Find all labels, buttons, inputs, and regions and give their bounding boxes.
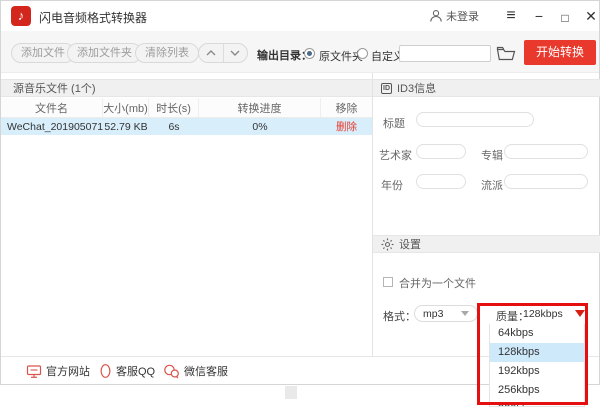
column-size: 大小(mb) [103,98,149,117]
menu-icon[interactable]: ≡ [501,7,521,25]
table-row[interactable]: WeChat_201905071015... 52.79 KB 6s 0% 删除 [1,118,372,135]
settings-header-label: 设置 [399,239,421,251]
id3-album-label: 专辑 [481,150,503,162]
titlebar: ♪ 闪电音频格式转换器 未登录 ≡ − □ ✕ [1,1,599,31]
radio-custom[interactable] [357,48,368,59]
browse-folder-button[interactable] [496,45,516,62]
quality-value: 128kbps [523,307,563,320]
id3-genre-input[interactable] [504,174,588,189]
quality-option-192[interactable]: 192kbps [490,362,584,381]
id3-icon: ID [381,82,392,94]
qq-icon [100,364,111,378]
clear-list-button[interactable]: 清除列表 [135,43,199,63]
toolbar: 添加文件 添加文件夹 清除列表 输出目录： 原文件夹 自定义 开始转换 [1,31,599,73]
file-progress-cell: 0% [252,120,268,133]
monitor-icon [26,364,42,378]
start-convert-button[interactable]: 开始转换 [524,40,596,65]
minimize-icon[interactable]: − [529,7,549,25]
user-icon [429,9,443,23]
file-name-cell: WeChat_201905071015... [7,120,103,133]
quality-select[interactable]: 128kbps [523,305,585,322]
move-down-button[interactable] [224,44,248,62]
move-up-button[interactable] [199,44,224,62]
id3-year-label: 年份 [381,180,403,192]
wechat-support-label: 微信客服 [184,366,228,378]
output-path-input[interactable] [399,45,491,62]
quality-option-128[interactable]: 128kbps [490,343,584,362]
quality-option-320[interactable]: 320kbps [490,400,584,406]
official-website-label: 官方网站 [46,366,90,378]
close-icon[interactable]: ✕ [581,7,600,25]
panel-divider [372,73,373,356]
app-logo-icon: ♪ [11,6,31,26]
column-remove: 移除 [335,102,358,115]
column-duration: 时长(s) [149,98,199,117]
login-status-label: 未登录 [446,11,479,23]
id3-title-input[interactable] [416,112,534,127]
id3-artist-label: 艺术家 [379,150,412,162]
format-dropdown-arrow-icon [461,311,469,316]
quality-option-64[interactable]: 64kbps [490,324,584,343]
id3-genre-label: 流派 [481,180,503,192]
file-list-column-headers: 文件名 大小(mb) 时长(s) 转换进度 移除 [1,98,372,118]
format-label: 格式： [383,311,416,323]
column-progress: 转换进度 [199,98,321,117]
format-value: mp3 [423,307,444,320]
id3-header-label: ID3信息 [397,83,437,95]
screen: ♪ 闪电音频格式转换器 未登录 ≡ − □ ✕ 添加文件 添加文件夹 清除列表 [0,0,600,408]
radio-source-folder[interactable] [304,48,315,59]
file-size-cell: 52.79 KB [104,120,148,133]
merge-checkbox-label[interactable]: 合并为一个文件 [399,275,476,291]
wechat-icon [164,364,179,378]
folder-icon [496,46,516,61]
app-title: 闪电音频格式转换器 [39,11,148,25]
delete-file-button[interactable]: 删除 [321,118,372,135]
id3-year-input[interactable] [416,174,466,189]
column-filename: 文件名 [1,98,103,117]
reorder-buttons [198,43,248,63]
file-list-header: 源音乐文件 (1个) [1,79,372,97]
official-website-link[interactable]: 官方网站 [26,363,90,379]
page-scroll-artifact [285,386,297,399]
id3-album-input[interactable] [504,144,588,159]
qq-support-label: 客服QQ [116,366,156,378]
radio-source-folder-label[interactable]: 原文件夹 [319,48,363,64]
settings-section-header: 设置 [373,235,600,253]
qq-support-link[interactable]: 客服QQ [99,363,155,379]
id3-artist-input[interactable] [416,144,466,159]
format-select[interactable]: mp3 [414,305,478,322]
login-button[interactable]: 未登录 [429,8,479,24]
chevron-up-icon [206,50,216,56]
merge-checkbox[interactable] [383,277,393,287]
add-file-button[interactable]: 添加文件 [11,43,75,63]
maximize-icon[interactable]: □ [555,9,575,27]
chevron-down-icon [230,50,240,56]
wechat-support-link[interactable]: 微信客服 [163,363,228,379]
file-duration-cell: 6s [168,120,180,133]
quality-option-256[interactable]: 256kbps [490,381,584,400]
gear-icon [381,238,394,250]
quality-dropdown-arrow-icon [575,310,585,317]
add-folder-button[interactable]: 添加文件夹 [67,43,142,63]
quality-dropdown-list: 64kbps 128kbps 192kbps 256kbps 320kbps [489,324,585,407]
id3-section-header: ID ID3信息 [373,79,600,97]
id3-title-label: 标题 [383,118,405,130]
